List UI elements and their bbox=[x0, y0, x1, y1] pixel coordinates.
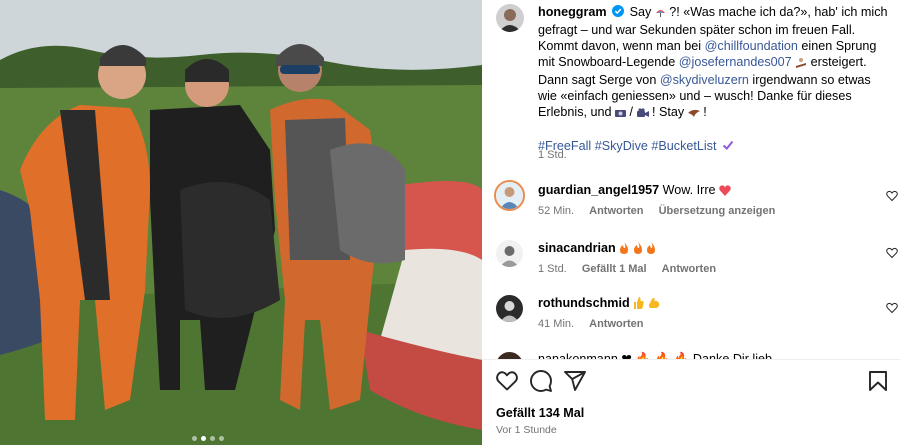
video-camera-emoji-icon bbox=[636, 106, 649, 122]
commenter-avatar[interactable] bbox=[496, 352, 523, 359]
post-timestamp[interactable]: Vor 1 Stunde bbox=[496, 424, 557, 436]
snowboarder-emoji-icon bbox=[795, 56, 807, 72]
comment-username[interactable]: guardian_angel1957 bbox=[538, 183, 659, 197]
flexed-biceps-emoji-icon bbox=[648, 297, 660, 312]
like-count[interactable]: Gefällt 134 Mal bbox=[496, 406, 584, 420]
instagram-post-view: honeggram Say ?! «Was mache ich da?», ha… bbox=[0, 0, 900, 445]
commenter-avatar[interactable] bbox=[494, 180, 525, 211]
reply-button[interactable]: Antworten bbox=[662, 263, 716, 275]
paper-plane-icon[interactable] bbox=[563, 369, 587, 393]
mention-link[interactable]: @skydiveluzern bbox=[660, 73, 749, 87]
caption-text-5: ! Stay bbox=[652, 105, 685, 119]
caption-text-6: ! bbox=[703, 105, 707, 119]
carousel-dot[interactable] bbox=[210, 436, 215, 441]
translate-button[interactable]: Übersetzung anzeigen bbox=[659, 205, 776, 217]
carousel-dot-active[interactable] bbox=[201, 436, 206, 441]
author-avatar[interactable] bbox=[496, 4, 524, 32]
caption-slash: / bbox=[629, 105, 634, 119]
partial-comment-text: nanakonmann ❤ 🔥 🔥 🔥 Danke Dir lieb bbox=[538, 352, 773, 359]
comment-like-heart-icon[interactable] bbox=[886, 247, 898, 259]
comment-bubble-icon[interactable] bbox=[529, 369, 553, 393]
post-caption: honeggram Say ?! «Was mache ich da?», ha… bbox=[538, 4, 888, 154]
comment-time[interactable]: 41 Min. bbox=[538, 318, 574, 330]
fire-emoji-icon bbox=[633, 242, 643, 257]
camera-emoji-icon bbox=[615, 106, 627, 122]
caption-intro: Say bbox=[629, 5, 652, 19]
reply-button[interactable]: Antworten bbox=[589, 318, 643, 330]
post-details-panel: honeggram Say ?! «Was mache ich da?», ha… bbox=[482, 0, 900, 445]
hashtags[interactable]: #FreeFall #SkyDive #BucketList bbox=[538, 138, 888, 154]
comment-text: Wow. Irre bbox=[662, 183, 716, 197]
bookmark-icon[interactable] bbox=[866, 369, 890, 393]
check-mark-icon bbox=[722, 140, 734, 150]
fire-emoji-icon bbox=[619, 242, 629, 257]
thumbs-up-emoji-icon bbox=[633, 297, 644, 312]
reply-button[interactable]: Antworten bbox=[589, 205, 643, 217]
caption-timestamp[interactable]: 1 Std. bbox=[538, 149, 567, 161]
post-photo[interactable] bbox=[0, 0, 482, 445]
red-heart-emoji-icon bbox=[719, 185, 731, 199]
actions-divider bbox=[482, 359, 900, 360]
rainbow-umbrella-emoji-icon bbox=[655, 6, 666, 22]
comment-like-heart-icon[interactable] bbox=[886, 302, 898, 314]
mention-link[interactable]: @josefernandes007 bbox=[679, 55, 792, 69]
comment-time[interactable]: 1 Std. bbox=[538, 263, 567, 275]
bird-emoji-icon bbox=[687, 106, 700, 122]
comment-username[interactable]: rothundschmid bbox=[538, 296, 630, 310]
heart-icon[interactable] bbox=[495, 369, 519, 393]
comment-item-partial: nanakonmann ❤ 🔥 🔥 🔥 Danke Dir lieb bbox=[482, 350, 900, 359]
skydivers-photo bbox=[0, 0, 482, 445]
comment-time[interactable]: 52 Min. bbox=[538, 205, 574, 217]
author-username[interactable]: honeggram bbox=[538, 5, 607, 19]
commenter-avatar[interactable] bbox=[496, 240, 523, 267]
commenter-avatar[interactable] bbox=[496, 295, 523, 322]
post-action-bar bbox=[495, 369, 890, 395]
fire-emoji-icon bbox=[646, 242, 656, 257]
verified-badge-icon bbox=[612, 5, 625, 17]
comment-likes[interactable]: Gefällt 1 Mal bbox=[582, 263, 647, 275]
comment-username[interactable]: sinacandrian bbox=[538, 241, 616, 255]
carousel-indicator[interactable] bbox=[192, 436, 224, 441]
carousel-dot[interactable] bbox=[219, 436, 224, 441]
carousel-dot[interactable] bbox=[192, 436, 197, 441]
mention-link[interactable]: @chillfoundation bbox=[705, 39, 798, 53]
comment-like-heart-icon[interactable] bbox=[886, 190, 898, 202]
